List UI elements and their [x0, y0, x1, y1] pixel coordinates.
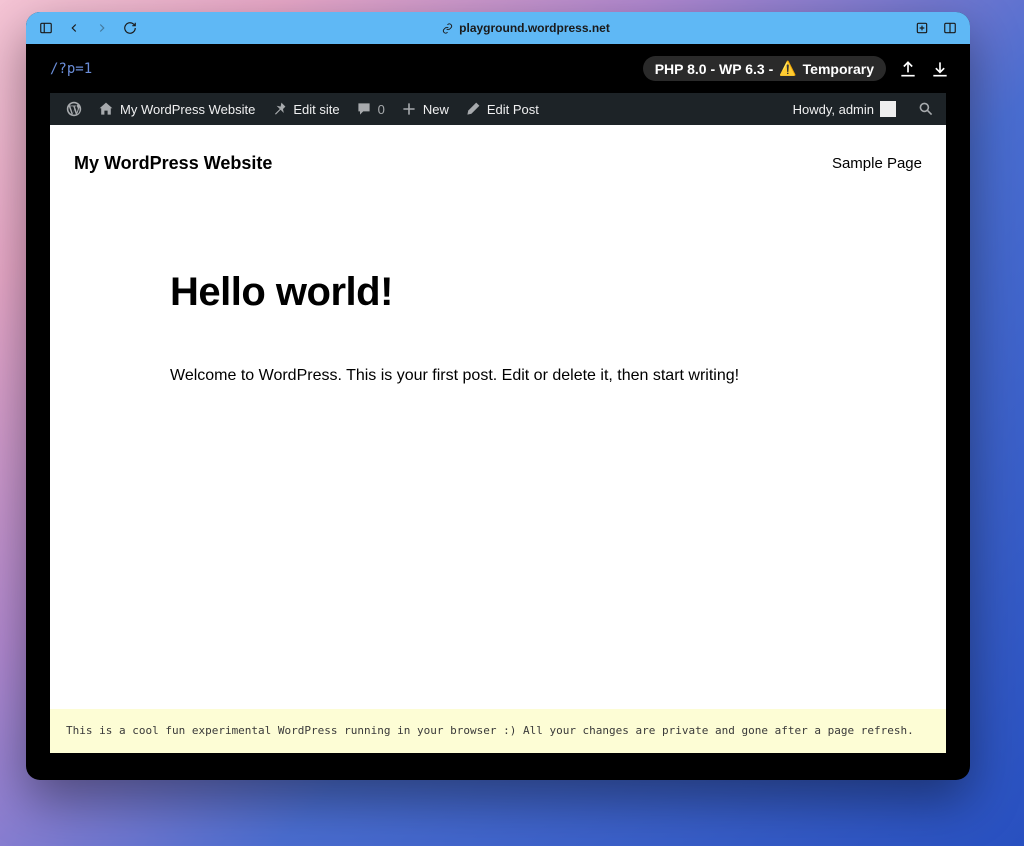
link-icon: [442, 23, 453, 34]
edit-site-menu[interactable]: Edit site: [263, 93, 347, 125]
pencil-icon: [465, 101, 481, 117]
browser-window: playground.wordpress.net /?p=1 PHP 8.0 -…: [26, 12, 970, 780]
share-button[interactable]: [910, 16, 934, 40]
greeting-label: Howdy, admin: [793, 102, 874, 117]
browser-toolbar: playground.wordpress.net: [26, 12, 970, 44]
playground-header: /?p=1 PHP 8.0 - WP 6.3 - ⚠️ Temporary: [26, 44, 970, 93]
wp-logo-menu[interactable]: [58, 93, 90, 125]
reload-button[interactable]: [118, 16, 142, 40]
site-header: My WordPress Website Sample Page: [50, 125, 946, 190]
playground-path[interactable]: /?p=1: [50, 61, 631, 77]
post-content: Hello world! Welcome to WordPress. This …: [50, 190, 946, 709]
plus-icon: [401, 101, 417, 117]
post-body: Welcome to WordPress. This is your first…: [170, 363, 826, 389]
edit-post-menu[interactable]: Edit Post: [457, 93, 547, 125]
account-menu[interactable]: Howdy, admin: [785, 93, 904, 125]
version-prefix: PHP 8.0 - WP 6.3 -: [655, 61, 774, 77]
home-icon: [98, 101, 114, 117]
version-pill[interactable]: PHP 8.0 - WP 6.3 - ⚠️ Temporary: [643, 56, 886, 81]
wp-admin-bar: My WordPress Website Edit site 0 New Edi…: [50, 93, 946, 125]
new-label: New: [423, 102, 449, 117]
wordpress-frame: My WordPress Website Edit site 0 New Edi…: [50, 93, 946, 753]
url-display[interactable]: playground.wordpress.net: [146, 21, 906, 35]
footer-notice: This is a cool fun experimental WordPres…: [50, 709, 946, 754]
download-button[interactable]: [930, 59, 950, 79]
version-suffix: Temporary: [803, 61, 874, 77]
upload-button[interactable]: [898, 59, 918, 79]
sidebar-toggle-icon[interactable]: [34, 16, 58, 40]
post-title: Hello world!: [170, 270, 826, 315]
comment-icon: [356, 101, 372, 117]
site-title[interactable]: My WordPress Website: [74, 153, 272, 174]
search-icon: [918, 101, 934, 117]
pin-icon: [271, 101, 287, 117]
search-button[interactable]: [914, 93, 938, 125]
edit-post-label: Edit Post: [487, 102, 539, 117]
comments-count: 0: [378, 102, 385, 117]
tabs-button[interactable]: [938, 16, 962, 40]
site-name-label: My WordPress Website: [120, 102, 255, 117]
warning-icon: ⚠️: [779, 60, 796, 77]
forward-button[interactable]: [90, 16, 114, 40]
nav-link-sample-page[interactable]: Sample Page: [832, 155, 922, 172]
comments-menu[interactable]: 0: [348, 93, 393, 125]
new-menu[interactable]: New: [393, 93, 457, 125]
back-button[interactable]: [62, 16, 86, 40]
site-menu[interactable]: My WordPress Website: [90, 93, 263, 125]
wp-page: My WordPress Website Sample Page Hello w…: [50, 125, 946, 753]
avatar: [880, 101, 896, 117]
url-text: playground.wordpress.net: [459, 21, 610, 35]
edit-site-label: Edit site: [293, 102, 339, 117]
wordpress-icon: [66, 101, 82, 117]
